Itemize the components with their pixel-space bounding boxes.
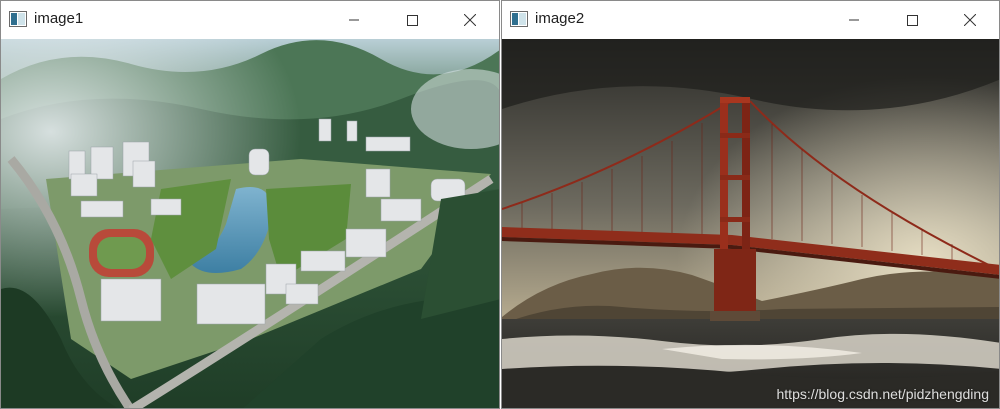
minimize-icon — [349, 19, 359, 21]
minimize-button[interactable] — [331, 1, 377, 39]
image-viewer-icon — [510, 11, 528, 27]
image1-titlebar[interactable]: image1 — [1, 1, 499, 39]
window-title: image2 — [535, 10, 585, 27]
minimize-button[interactable] — [831, 1, 877, 39]
image2-canvas: https://blog.csdn.net/pidzhengding — [502, 39, 999, 408]
close-button[interactable] — [447, 1, 493, 39]
image2-titlebar[interactable]: image2 — [502, 1, 999, 39]
image1-window: image1 — [0, 0, 500, 409]
campus-aerial-image — [1, 39, 499, 408]
close-icon — [464, 14, 476, 26]
maximize-icon — [406, 14, 418, 26]
maximize-button[interactable] — [389, 1, 435, 39]
window-title: image1 — [34, 10, 84, 27]
image1-canvas — [1, 39, 499, 408]
maximize-button[interactable] — [889, 1, 935, 39]
golden-gate-bridge-image — [502, 39, 999, 408]
watermark-text: https://blog.csdn.net/pidzhengding — [776, 386, 990, 402]
close-icon — [964, 14, 976, 26]
image-viewer-icon — [9, 11, 27, 27]
maximize-icon — [906, 14, 918, 26]
image2-window: image2 https://blog.csdn.net/pidzhengdin… — [501, 0, 1000, 409]
close-button[interactable] — [947, 1, 993, 39]
minimize-icon — [849, 19, 859, 21]
